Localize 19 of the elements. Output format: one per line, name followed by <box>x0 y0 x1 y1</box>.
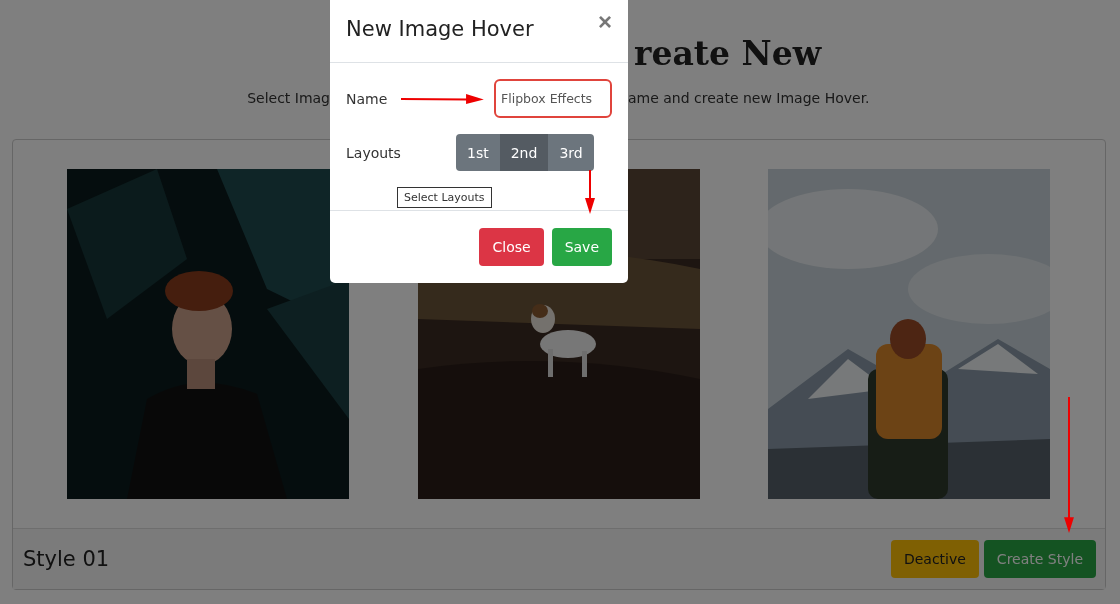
modal-title: New Image Hover <box>346 17 534 41</box>
field-label: Layouts <box>346 144 402 161</box>
tooltip: Select Layouts <box>397 187 492 208</box>
arrow-icon <box>584 170 595 214</box>
close-button[interactable]: × <box>598 10 612 34</box>
style-title: Style 01 <box>23 547 110 571</box>
field-label: Name <box>346 90 389 107</box>
layout-option[interactable]: 1st <box>456 134 500 171</box>
page-heading: reate New <box>634 34 822 74</box>
layout-option[interactable]: 3rd <box>548 134 594 171</box>
subtitle-text: ame and create new Image Hover. <box>628 90 870 106</box>
subtitle-text: Select Imag <box>247 90 330 106</box>
modal-button[interactable]: Save <box>551 228 612 266</box>
arrow-icon <box>401 93 484 104</box>
layout-option[interactable]: 2nd <box>499 134 549 171</box>
name-input[interactable]: Flipbox Effects <box>494 79 612 118</box>
modal-button[interactable]: Close <box>479 228 544 266</box>
style-button[interactable]: Deactive <box>890 540 979 578</box>
style-button[interactable]: Create Style <box>983 540 1096 578</box>
